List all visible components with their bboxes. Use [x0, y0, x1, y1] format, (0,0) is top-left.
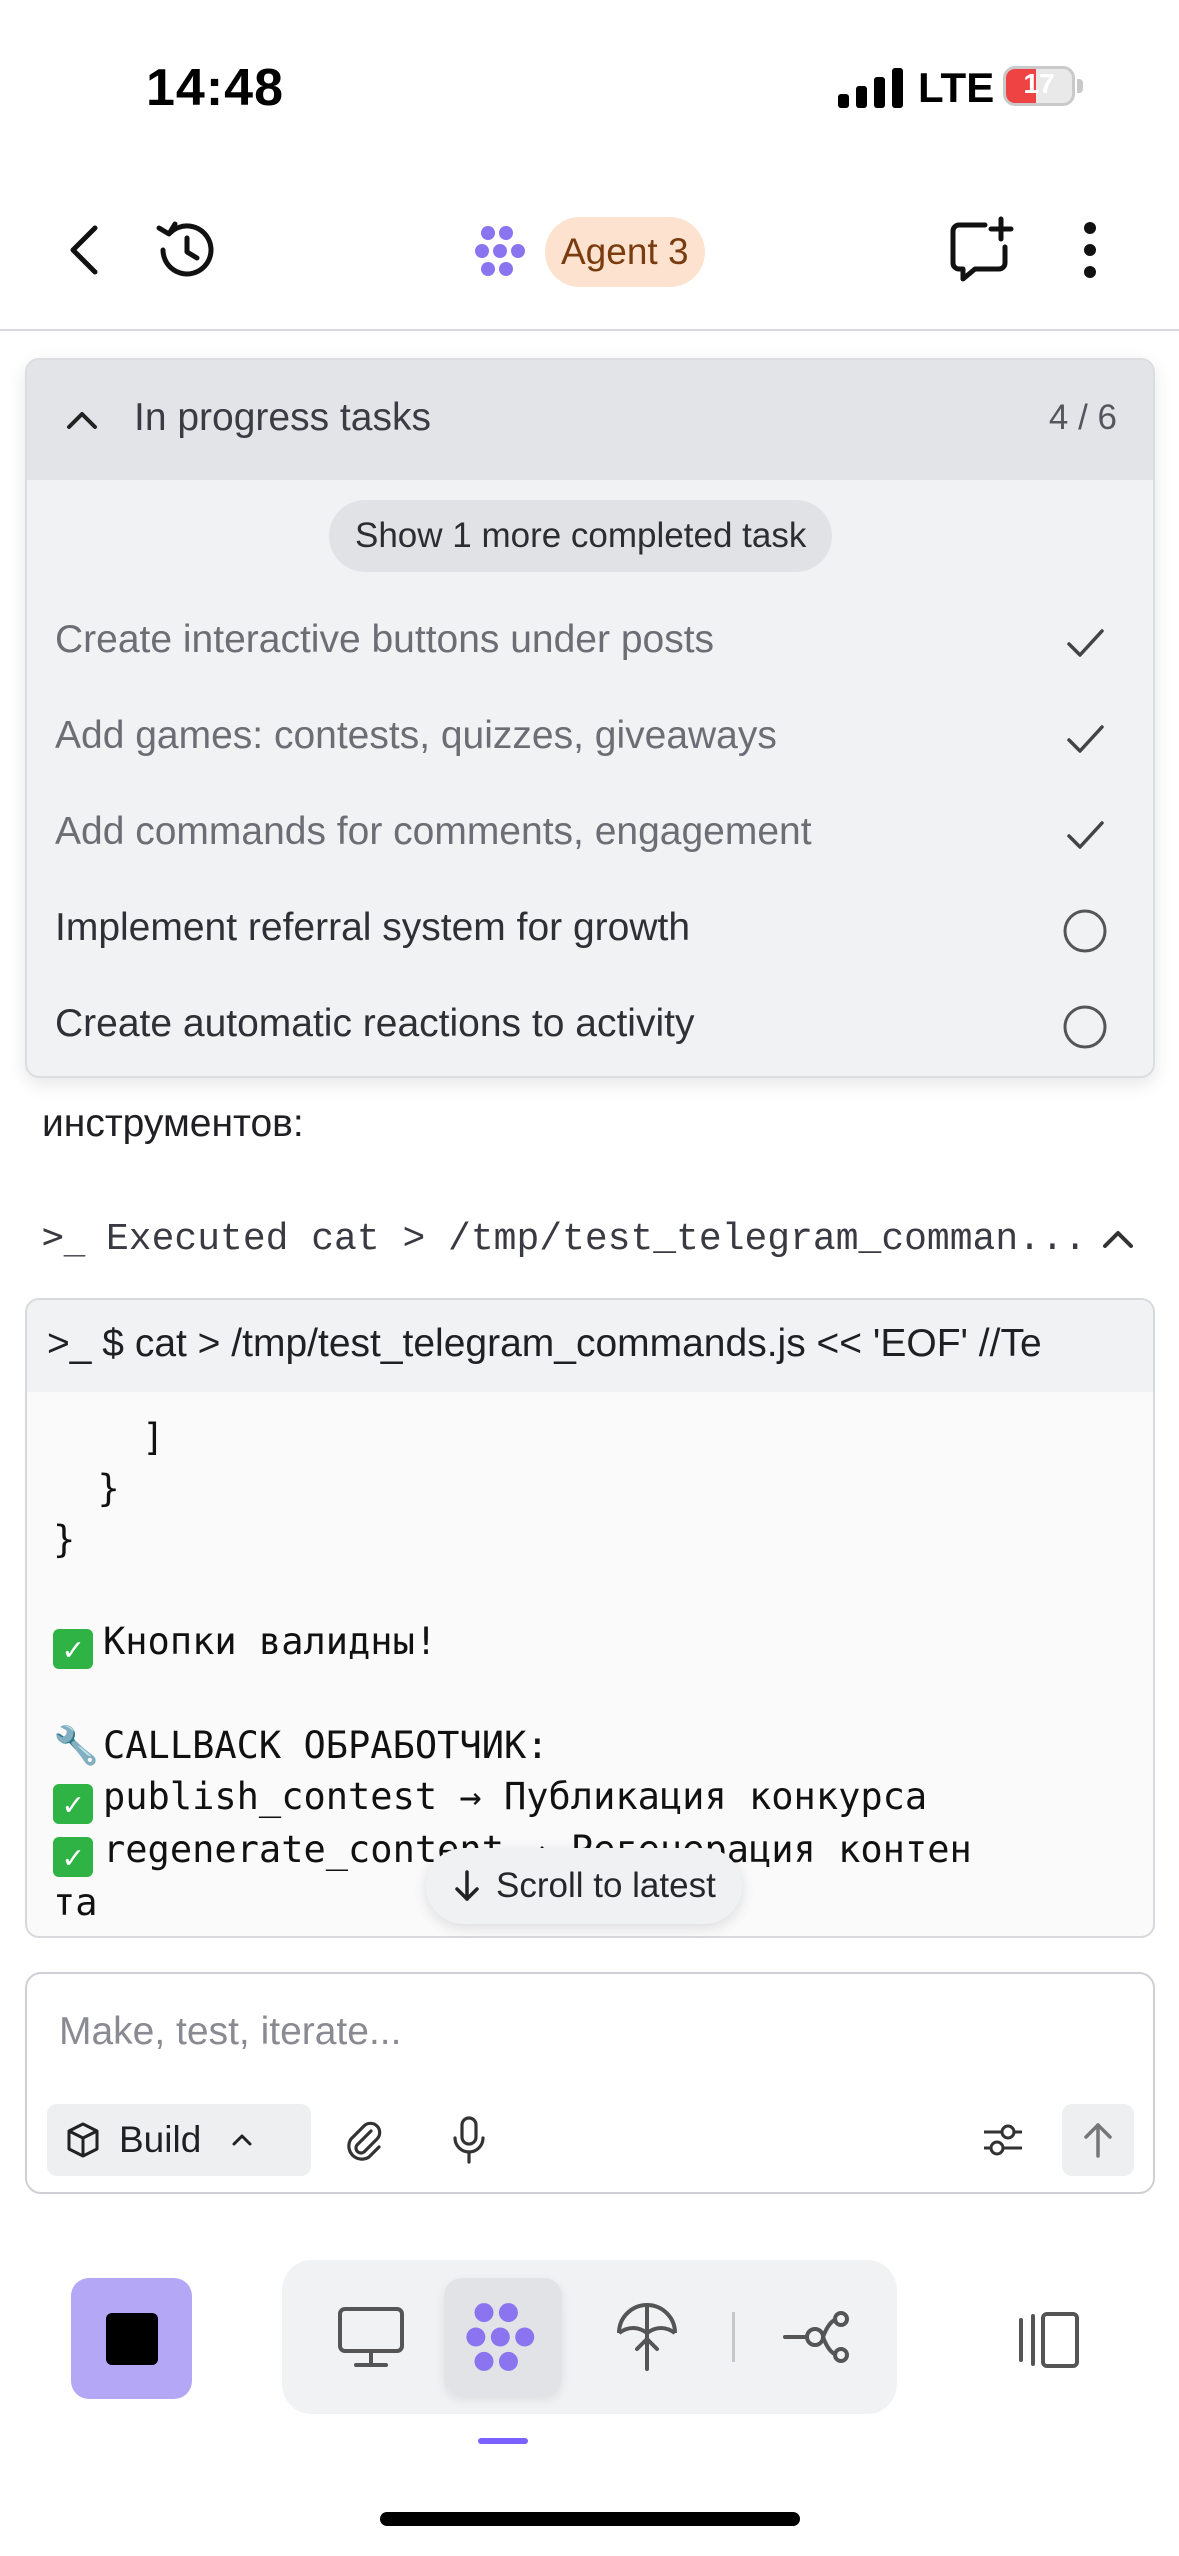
task-label: Add games: contests, quizzes, giveaways [55, 714, 777, 757]
bottom-tab-bar [282, 2260, 897, 2414]
task-label: Add commands for comments, engagement [55, 810, 812, 853]
scroll-to-latest-button[interactable]: Scroll to latest [426, 1848, 742, 1924]
check-mark-icon: ✓ [53, 1629, 93, 1669]
more-vertical-icon [1084, 222, 1096, 278]
terminal-line: CALLBACK ОБРАБОТЧИК: [103, 1724, 549, 1767]
back-button[interactable] [50, 210, 120, 290]
battery-level: 17 [1023, 68, 1055, 99]
battery-icon: 17 [1003, 66, 1083, 106]
attach-button[interactable] [332, 2108, 396, 2172]
history-icon [156, 221, 214, 277]
monitor-icon [338, 2307, 404, 2367]
status-bar: 14:48 LTE 17 [0, 0, 1179, 175]
task-label: Implement referral system for growth [55, 906, 691, 949]
task-item[interactable]: Create interactive buttons under posts [27, 596, 1153, 692]
terminal-header: >_ $ cat > /tmp/test_telegram_commands.j… [27, 1300, 1153, 1392]
network-type: LTE [918, 64, 995, 111]
agent-logo-icon [466, 2303, 535, 2371]
checkmark-icon [1067, 725, 1104, 753]
tasks-panel-header[interactable]: In progress tasks 4 / 6 [27, 360, 1153, 480]
executed-command-label: Executed cat > /tmp/test_telegram_comman… [106, 1218, 1087, 1261]
chevron-up-icon[interactable] [57, 395, 107, 445]
mode-label: Build [119, 2119, 202, 2160]
chevron-up-icon [232, 2134, 252, 2146]
terminal-prompt-icon: >_ [42, 1216, 86, 1257]
tasks-progress-count: 4 / 6 [1048, 398, 1117, 437]
composer-input[interactable]: Make, test, iterate... [59, 2010, 401, 2054]
panels-icon [1019, 2312, 1079, 2368]
empty-circle-icon [1063, 1005, 1107, 1049]
task-item[interactable]: Add games: contests, quizzes, giveaways [27, 692, 1153, 788]
git-branch-icon [783, 2311, 849, 2363]
tab-git[interactable] [757, 2278, 875, 2396]
checkmark-icon [1067, 629, 1104, 657]
signal-strength-icon [838, 68, 903, 108]
toggle-panels-button[interactable] [1005, 2300, 1085, 2380]
check-mark-icon: ✓ [53, 1837, 93, 1877]
in-progress-tasks-panel: In progress tasks 4 / 6 Show 1 more comp… [25, 358, 1155, 1078]
message-composer[interactable]: Make, test, iterate... Build [25, 1972, 1155, 2194]
home-indicator[interactable] [380, 2512, 800, 2526]
voice-input-button[interactable] [437, 2108, 501, 2172]
active-tab-indicator [478, 2438, 528, 2444]
arrow-up-icon [1084, 2123, 1112, 2158]
empty-circle-icon [1063, 909, 1107, 953]
task-label: Create interactive buttons under posts [55, 618, 715, 661]
tab-agent[interactable] [444, 2278, 562, 2396]
paperclip-icon [347, 2121, 382, 2161]
microphone-icon [453, 2116, 485, 2164]
terminal-line: publish_contest → Публикация конкурса [103, 1775, 928, 1818]
terminal-output[interactable]: >_ $ cat > /tmp/test_telegram_commands.j… [25, 1298, 1155, 1938]
tab-deploy[interactable] [588, 2278, 706, 2396]
terminal-line: } [53, 1467, 120, 1510]
top-navigation-bar: Agent 3 [0, 175, 1179, 331]
check-mark-icon: ✓ [53, 1784, 93, 1824]
arrow-down-icon [455, 1870, 479, 1901]
tab-divider [732, 2312, 735, 2362]
deploy-icon [617, 2303, 677, 2371]
task-item[interactable]: Create automatic reactions to activity [27, 980, 1153, 1076]
chevron-left-icon [70, 225, 98, 275]
terminal-line: } [53, 1518, 76, 1561]
scroll-to-latest-label: Scroll to latest [496, 1866, 716, 1905]
stop-agent-button[interactable] [71, 2278, 192, 2399]
cube-icon [67, 2122, 99, 2158]
task-label: Create automatic reactions to activity [55, 1002, 695, 1045]
agent-badge[interactable]: Agent 3 [545, 217, 705, 287]
stop-icon [105, 2312, 158, 2365]
status-time: 14:48 [146, 59, 284, 117]
tab-preview[interactable] [312, 2278, 430, 2396]
new-chat-button[interactable] [940, 210, 1020, 290]
send-button[interactable] [1062, 2104, 1134, 2176]
executed-command-row[interactable]: >_ Executed cat > /tmp/test_telegram_com… [42, 1210, 1142, 1270]
new-chat-icon [950, 216, 1014, 282]
task-item[interactable]: Implement referral system for growth [27, 884, 1153, 980]
tasks-panel-title: In progress tasks [134, 396, 431, 439]
terminal-line: та [53, 1881, 98, 1924]
terminal-line: Кнопки валидны! [103, 1620, 438, 1663]
mode-selector-button[interactable]: Build [47, 2104, 311, 2176]
settings-button[interactable] [971, 2108, 1035, 2172]
agent-logo-icon [475, 226, 525, 276]
checkmark-icon [1067, 821, 1104, 849]
terminal-command: >_ $ cat > /tmp/test_telegram_commands.j… [47, 1322, 1042, 1365]
wrench-icon: 🔧 [53, 1724, 100, 1767]
assistant-message-text: инструментов: [42, 1102, 304, 1145]
sliders-icon [984, 2124, 1022, 2156]
show-more-completed-button[interactable]: Show 1 more completed task [329, 500, 833, 572]
terminal-line: ] [53, 1416, 165, 1459]
chevron-up-icon[interactable] [1095, 1216, 1141, 1262]
task-item[interactable]: Add commands for comments, engagement [27, 788, 1153, 884]
history-button[interactable] [140, 205, 230, 295]
more-options-button[interactable] [1060, 210, 1120, 290]
